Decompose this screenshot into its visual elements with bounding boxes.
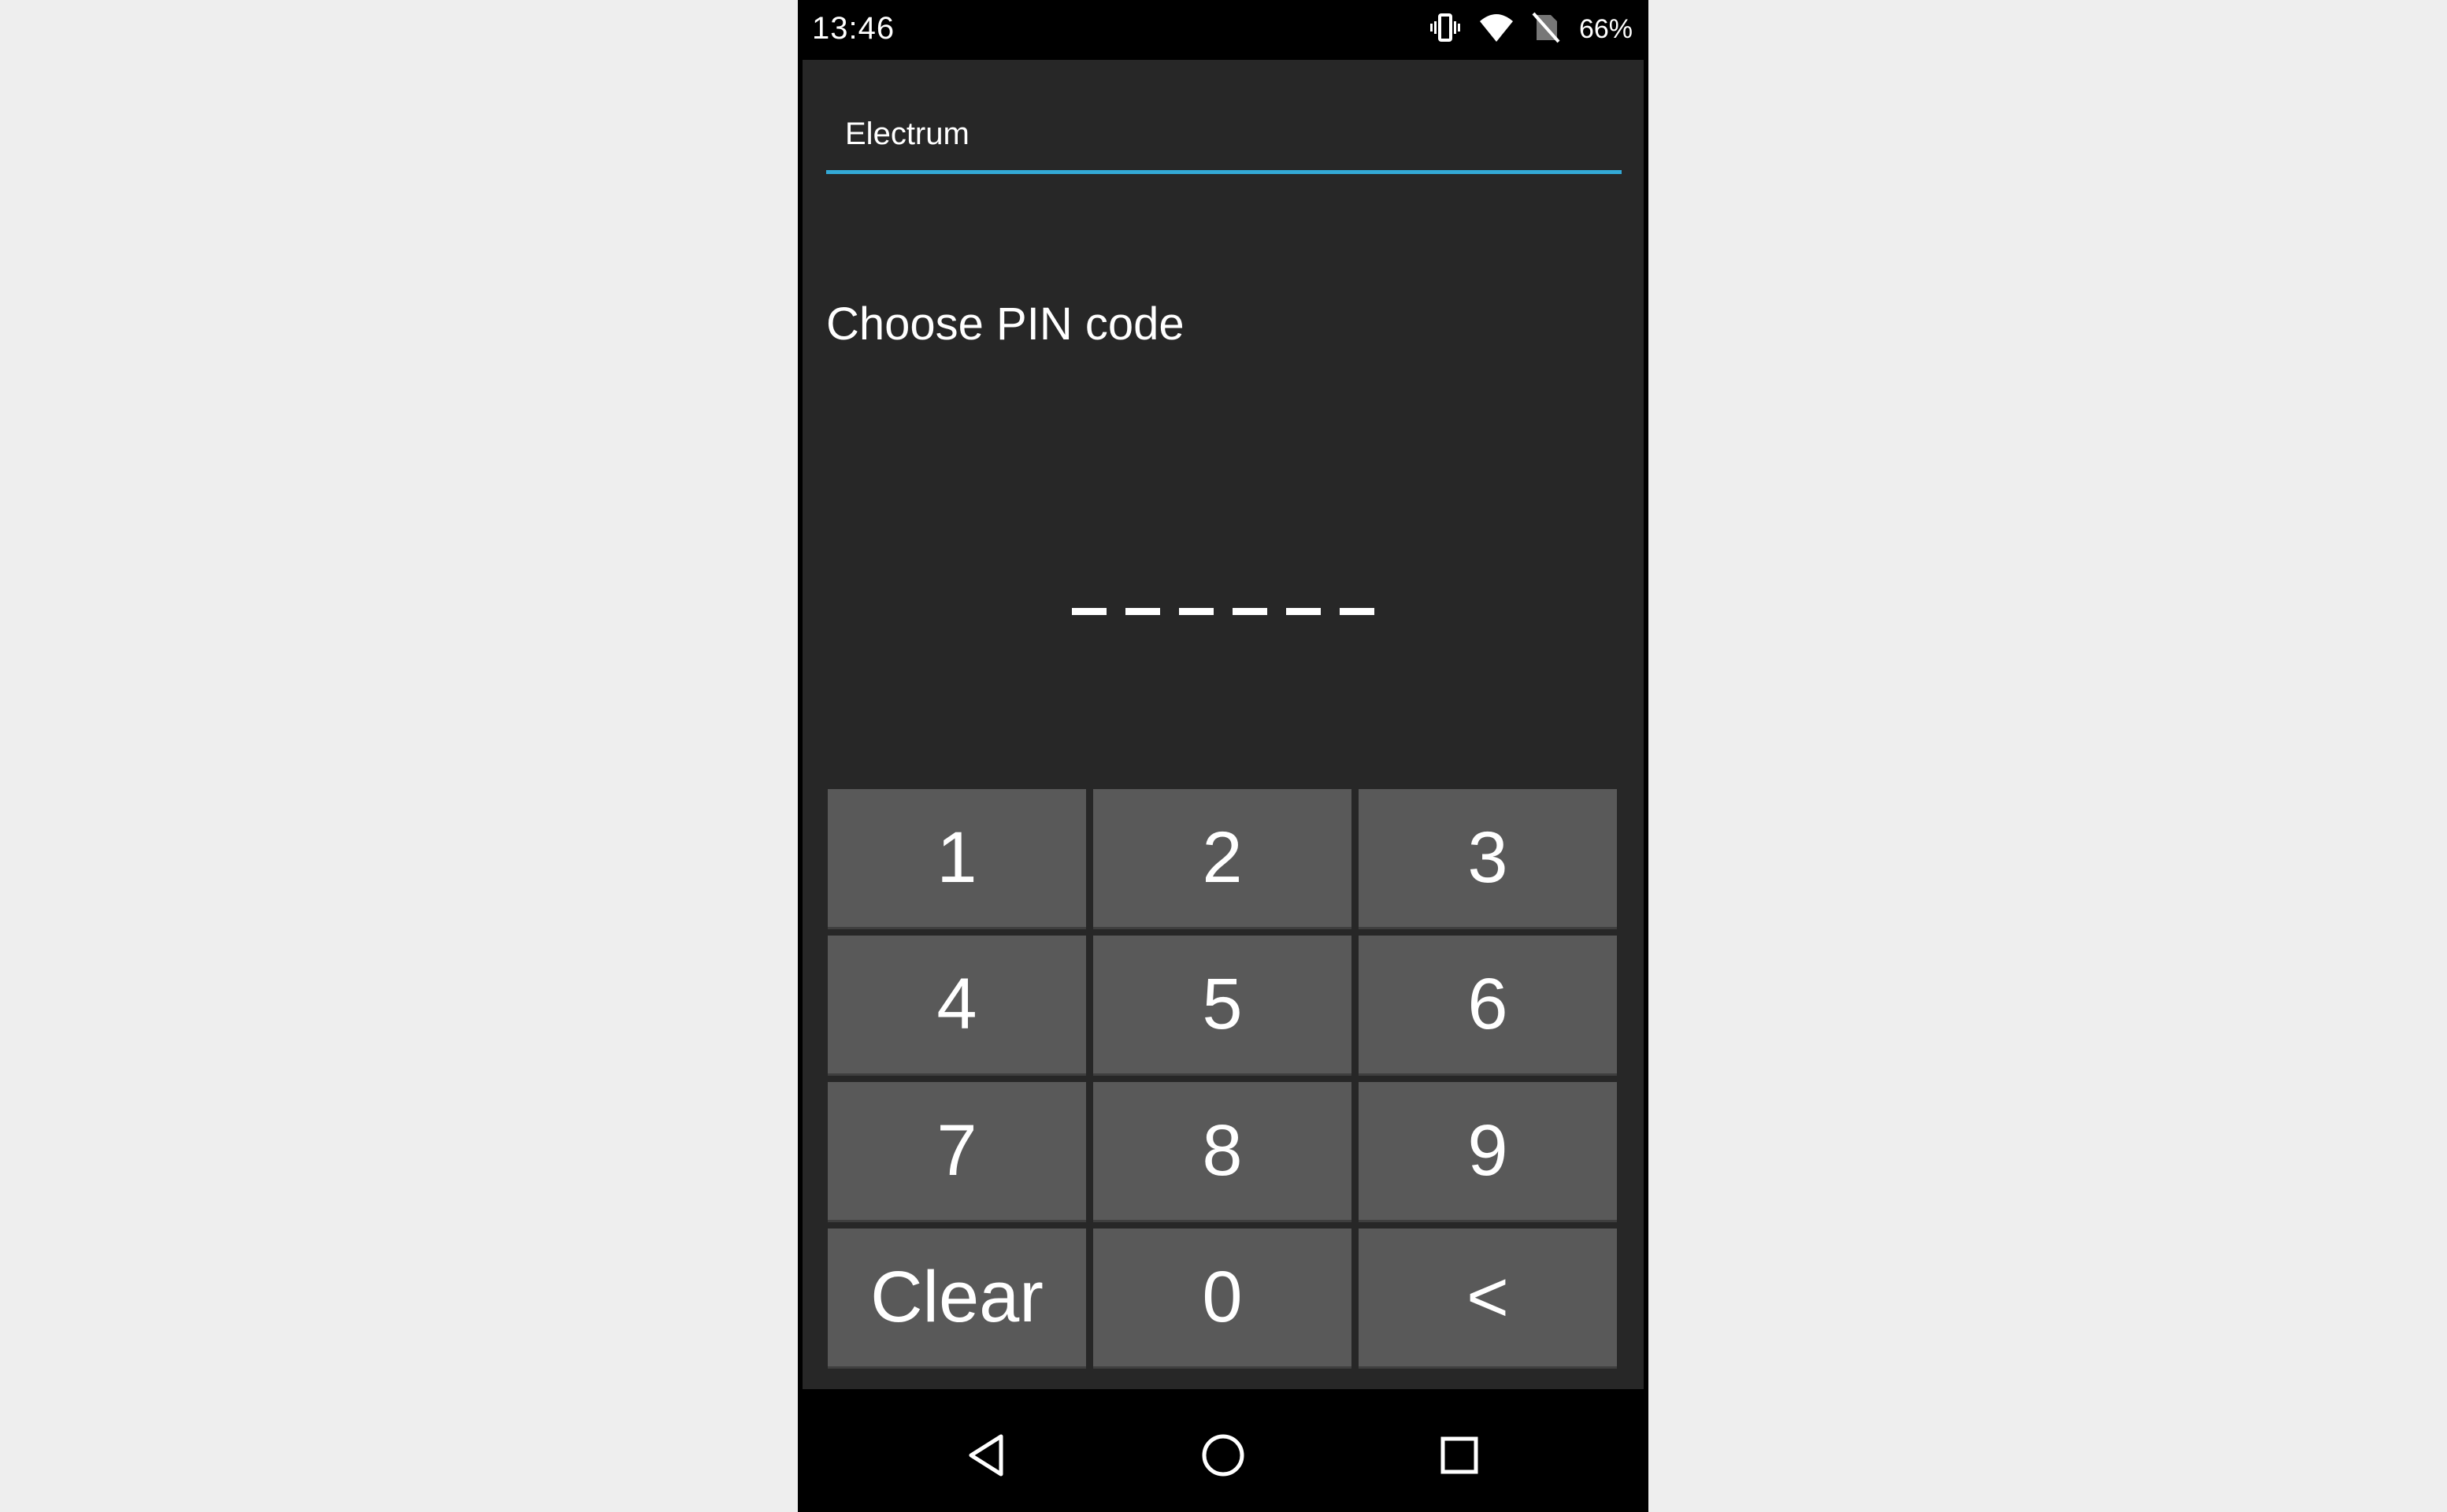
key-0[interactable]: 0 — [1093, 1228, 1351, 1369]
pin-digit-placeholder — [1286, 607, 1321, 615]
key-4[interactable]: 4 — [828, 936, 1086, 1076]
clear-button[interactable]: Clear — [828, 1228, 1086, 1369]
backspace-button[interactable]: < — [1359, 1228, 1617, 1369]
battery-level: 66% — [1578, 13, 1633, 44]
vibrate-icon — [1429, 12, 1461, 47]
back-icon[interactable] — [955, 1424, 1018, 1487]
title-bar: Electrum — [826, 99, 1622, 174]
app-title: Electrum — [845, 117, 970, 151]
key-8[interactable]: 8 — [1093, 1082, 1351, 1222]
pin-digit-placeholder — [1179, 607, 1214, 615]
key-3[interactable]: 3 — [1359, 789, 1617, 929]
pin-digit-placeholder — [1233, 607, 1267, 615]
recents-icon[interactable] — [1428, 1424, 1491, 1487]
key-7[interactable]: 7 — [828, 1082, 1086, 1222]
pin-digit-placeholder — [1340, 607, 1374, 615]
pin-dialog: Electrum Choose PIN code 1 2 3 4 5 6 7 8… — [803, 60, 1644, 1389]
key-6[interactable]: 6 — [1359, 936, 1617, 1076]
pin-digit-placeholder — [1125, 607, 1160, 615]
no-sim-icon — [1532, 12, 1560, 47]
wifi-icon — [1478, 12, 1515, 47]
home-icon[interactable] — [1192, 1424, 1255, 1487]
status-bar: 13:46 66% — [798, 0, 1648, 58]
pin-digit-placeholder — [1072, 607, 1107, 615]
pin-entry-display — [803, 564, 1644, 658]
phone-screen: 13:46 66% Electrum Choose PIN code 1 2 3… — [798, 0, 1648, 1512]
key-1[interactable]: 1 — [828, 789, 1086, 929]
key-9[interactable]: 9 — [1359, 1082, 1617, 1222]
navigation-bar — [798, 1392, 1648, 1512]
pin-prompt: Choose PIN code — [826, 298, 1185, 350]
key-2[interactable]: 2 — [1093, 789, 1351, 929]
keypad: 1 2 3 4 5 6 7 8 9 Clear 0 < — [828, 789, 1620, 1369]
status-time: 13:46 — [812, 11, 895, 46]
status-icons: 66% — [1429, 9, 1633, 49]
key-5[interactable]: 5 — [1093, 936, 1351, 1076]
